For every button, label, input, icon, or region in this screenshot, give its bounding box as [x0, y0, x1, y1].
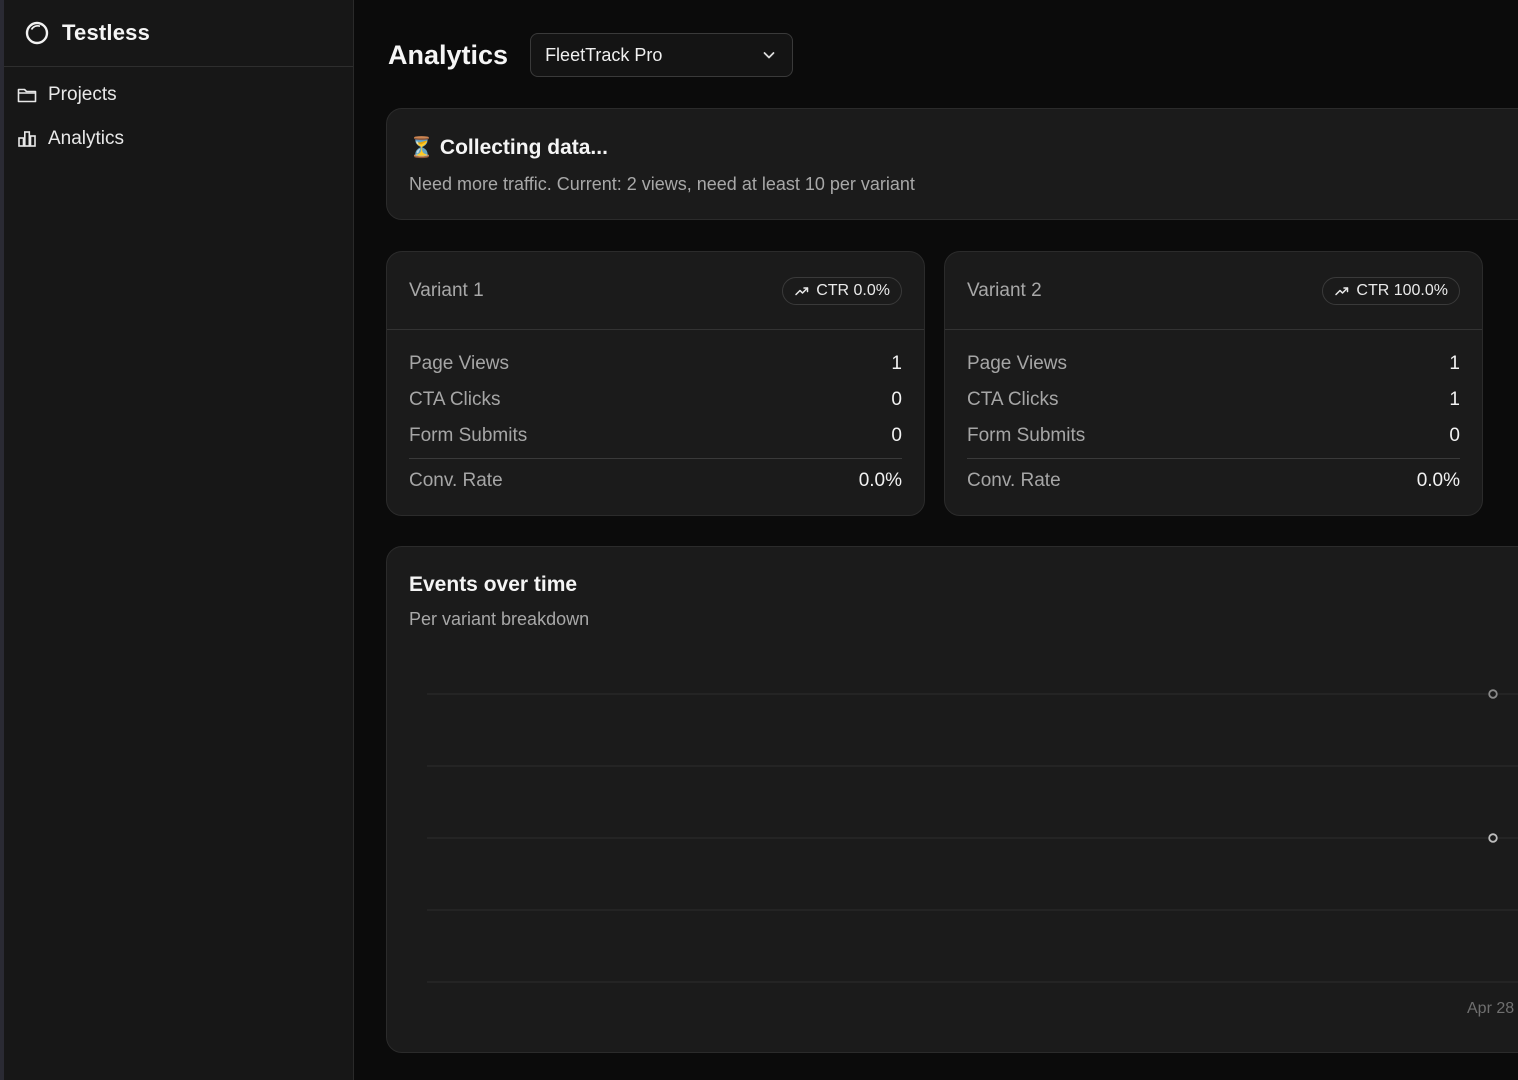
metric-row: Form Submits 0	[409, 418, 902, 454]
trending-up-icon	[1335, 286, 1349, 295]
variant-card: Variant 2 CTR 100.0% Page Views 1 CTA Cl…	[944, 251, 1483, 516]
metric-label: Page Views	[409, 353, 509, 374]
notice-message: Need more traffic. Current: 2 views, nee…	[409, 174, 915, 194]
sidebar-nav: Projects Analytics	[4, 67, 353, 161]
logo-icon	[25, 21, 49, 45]
ctr-badge: CTR 0.0%	[782, 276, 902, 305]
divider	[409, 458, 902, 459]
folder-icon	[16, 84, 38, 106]
events-chart-card: Apr 28 Events over time Per variant brea…	[386, 546, 1518, 1053]
hourglass-icon: ⏳	[409, 137, 434, 159]
variant-card: Variant 1 CTR 0.0% Page Views 1 CTA Clic…	[386, 251, 925, 516]
metric-value: 0	[891, 425, 902, 446]
metric-row: Page Views 1	[967, 346, 1460, 382]
metric-label: CTA Clicks	[967, 389, 1059, 410]
collecting-data-notice: ⏳ Collecting data... Need more traffic. …	[386, 108, 1518, 220]
project-select[interactable]: FleetTrack Pro	[530, 33, 794, 77]
metric-value: 0.0%	[1416, 470, 1460, 491]
sidebar-item-label: Projects	[48, 84, 117, 105]
main-content: Analytics FleetTrack Pro ⏳ Collecting da…	[355, 0, 1518, 1080]
metric-value: 1	[891, 353, 902, 374]
bar-chart-icon	[16, 128, 38, 150]
metric-value: 1	[1449, 389, 1460, 410]
data-point-series-1[interactable]	[1488, 689, 1498, 699]
variant-name: Variant 1	[409, 279, 484, 301]
variant-name: Variant 2	[967, 279, 1042, 301]
chevron-down-icon	[763, 52, 775, 59]
brand[interactable]: Testless	[4, 0, 353, 67]
ctr-value: CTR 100.0%	[1356, 281, 1448, 299]
sidebar-item-projects[interactable]: Projects	[4, 73, 353, 117]
chart-subtitle: Per variant breakdown	[409, 609, 590, 629]
conversion-rate-row: Conv. Rate 0.0%	[409, 461, 902, 501]
sidebar-item-analytics[interactable]: Analytics	[4, 117, 353, 161]
notice-title: Collecting data...	[439, 135, 608, 159]
variant-metrics: Page Views 1 CTA Clicks 1 Form Submits 0…	[945, 330, 1482, 501]
chart-title: Events over time	[409, 573, 578, 596]
x-tick-label: Apr 28	[1467, 1000, 1514, 1017]
divider	[967, 458, 1460, 459]
ctr-value: CTR 0.0%	[816, 281, 890, 299]
project-select-value: FleetTrack Pro	[545, 44, 663, 65]
trending-up-icon	[795, 286, 809, 295]
metric-row: Page Views 1	[409, 346, 902, 382]
page-header: Analytics FleetTrack Pro	[388, 33, 794, 77]
app-name: Testless	[62, 20, 151, 45]
sidebar-item-label: Analytics	[48, 128, 125, 149]
sidebar: Testless Projects Analytics	[4, 0, 354, 1080]
metric-label: Page Views	[967, 353, 1067, 374]
variant-header: Variant 2 CTR 100.0%	[945, 252, 1482, 330]
metric-label: Conv. Rate	[967, 470, 1061, 491]
metric-row: CTA Clicks 1	[967, 382, 1460, 418]
variant-metrics: Page Views 1 CTA Clicks 0 Form Submits 0…	[387, 330, 924, 501]
data-point-series-2[interactable]	[1488, 833, 1498, 843]
metric-label: CTA Clicks	[409, 389, 501, 410]
variant-header: Variant 1 CTR 0.0%	[387, 252, 924, 330]
metric-value: 1	[1449, 353, 1460, 374]
ctr-badge: CTR 100.0%	[1322, 276, 1460, 305]
metric-value: 0.0%	[858, 470, 902, 491]
metric-row: Form Submits 0	[967, 418, 1460, 454]
metric-value: 0	[891, 389, 902, 410]
metric-label: Form Submits	[967, 425, 1086, 446]
metric-label: Conv. Rate	[409, 470, 503, 491]
conversion-rate-row: Conv. Rate 0.0%	[967, 461, 1460, 501]
metric-label: Form Submits	[409, 425, 528, 446]
metric-value: 0	[1449, 425, 1460, 446]
metric-row: CTA Clicks 0	[409, 382, 902, 418]
notice-title-row: ⏳ Collecting data...	[409, 135, 1513, 160]
page-title: Analytics	[388, 39, 509, 70]
